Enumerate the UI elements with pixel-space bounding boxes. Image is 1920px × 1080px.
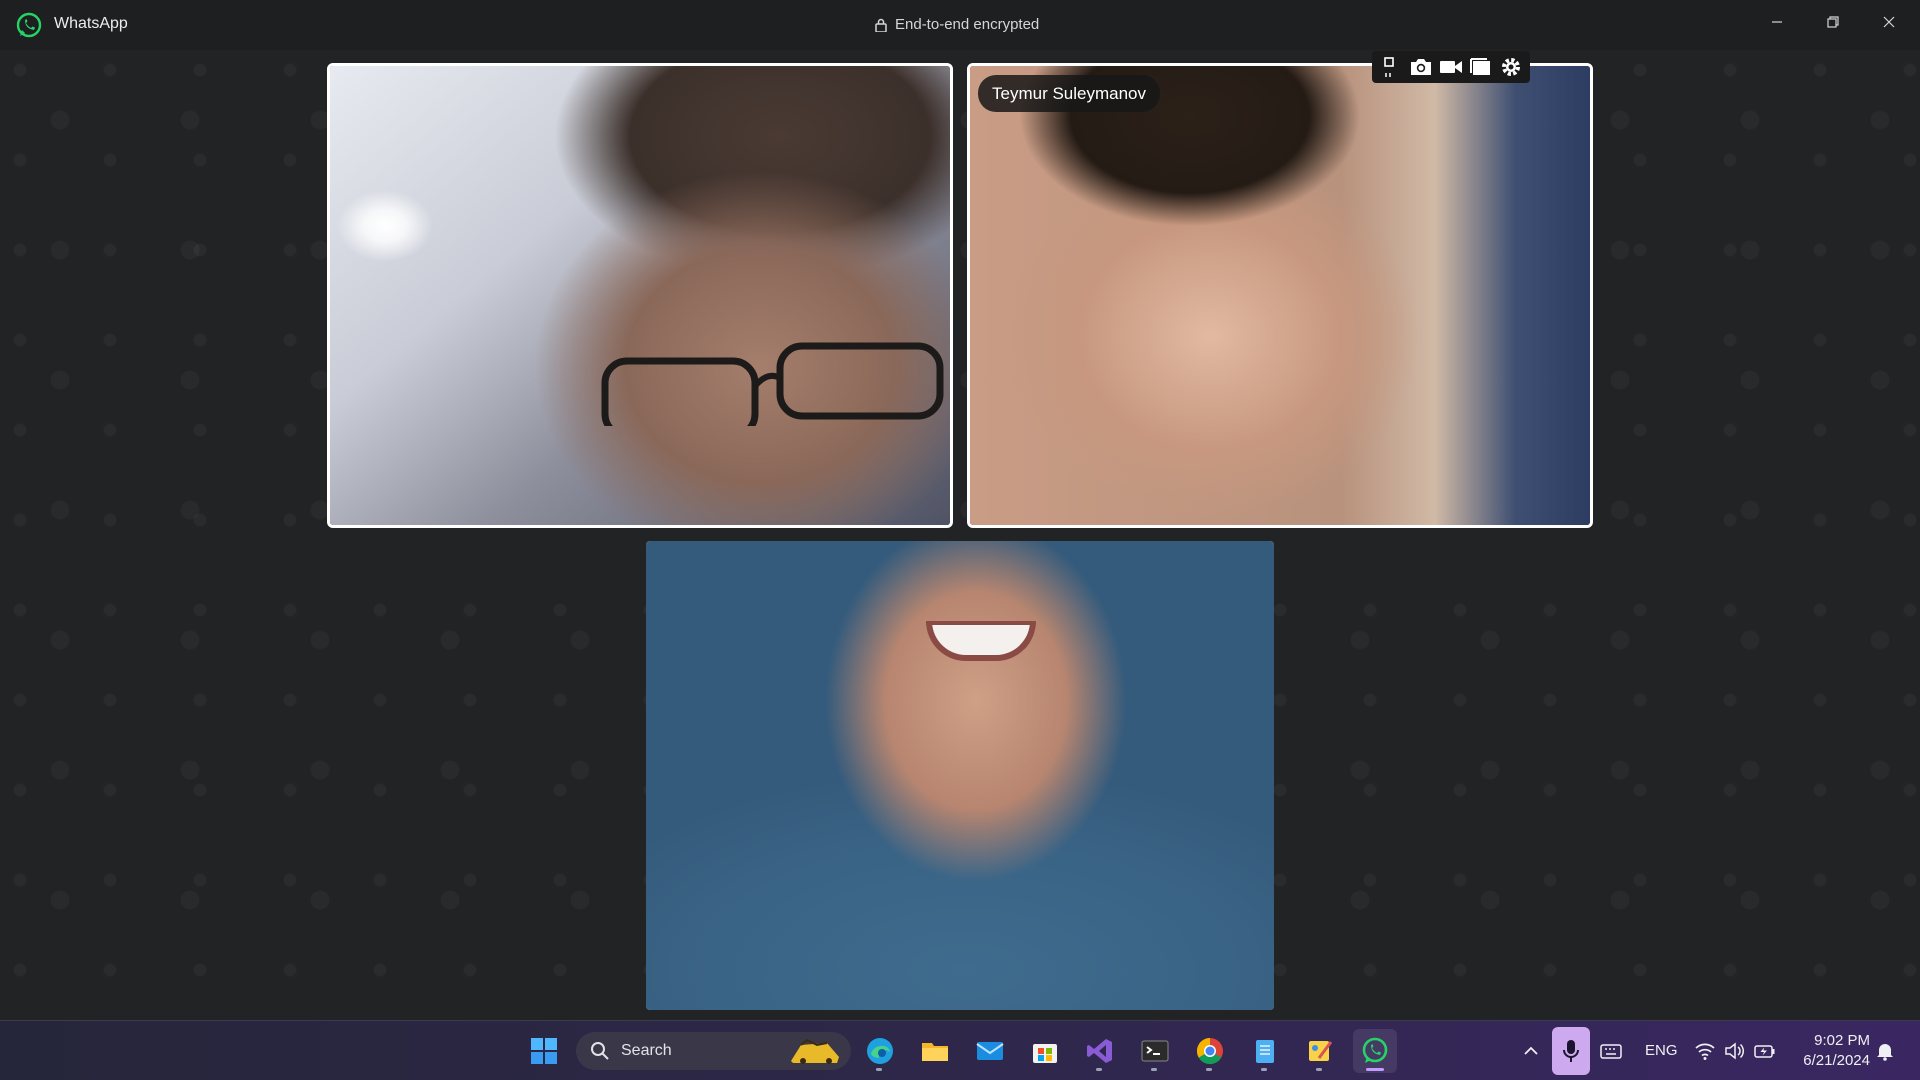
language-indicator[interactable]: ENG (1645, 1042, 1678, 1059)
chrome-icon (1196, 1037, 1223, 1065)
app-title: WhatsApp (54, 15, 128, 32)
start-button[interactable] (522, 1029, 566, 1073)
participant-tile-1[interactable] (327, 63, 953, 528)
network-button[interactable] (1694, 1040, 1716, 1062)
restore-button[interactable] (1810, 6, 1856, 38)
participant-name-label: Teymur Suleymanov (978, 75, 1161, 112)
taskbar-app-file-explorer[interactable] (913, 1029, 957, 1073)
taskbar-search[interactable]: Search (576, 1032, 851, 1070)
running-indicator (1366, 1068, 1384, 1071)
participant-video-detail (601, 342, 944, 426)
taskbar-app-edge[interactable] (858, 1029, 902, 1073)
taskbar-app-mail[interactable] (968, 1029, 1012, 1073)
speaker-icon (1725, 1042, 1745, 1060)
battery-charging-icon (1754, 1045, 1775, 1058)
running-indicator (1261, 1068, 1267, 1071)
search-highlight-icon (791, 1038, 839, 1064)
touch-keyboard-button[interactable] (1600, 1040, 1622, 1062)
participant-video-2 (970, 66, 1590, 525)
microsoft-store-icon (1033, 1044, 1057, 1063)
taskbar-app-visual-studio[interactable] (1078, 1029, 1122, 1073)
encryption-status: End-to-end encrypted (875, 16, 1039, 33)
title-bar: WhatsApp End-to-end encrypted (0, 0, 1920, 50)
running-indicator (1206, 1068, 1212, 1071)
pin-button[interactable] (1379, 56, 1403, 78)
running-indicator (1096, 1068, 1102, 1071)
system-clock[interactable]: 9:02 PM 6/21/2024 (1790, 1031, 1870, 1071)
gear-icon (1502, 58, 1520, 76)
participant-video-1 (330, 66, 950, 525)
pin-icon (1384, 57, 1394, 77)
microphone-in-use-button[interactable] (1552, 1027, 1590, 1075)
video-icon (1440, 61, 1462, 73)
participant-tile-3[interactable] (646, 541, 1274, 1010)
camera-toolbar (1372, 51, 1530, 83)
show-hidden-icons-button[interactable] (1520, 1040, 1542, 1062)
whatsapp-logo-icon (16, 12, 42, 38)
minimize-icon (1772, 21, 1782, 23)
bell-icon (1877, 1044, 1893, 1061)
volume-button[interactable] (1724, 1040, 1746, 1062)
snapshot-button[interactable] (1409, 56, 1433, 78)
file-explorer-icon (922, 1043, 948, 1061)
window-icon (1470, 58, 1490, 75)
restore-icon (1827, 16, 1839, 28)
keyboard-icon (1600, 1044, 1622, 1059)
taskbar-app-chrome[interactable] (1188, 1029, 1232, 1073)
edge-icon (867, 1038, 893, 1064)
close-button[interactable] (1866, 6, 1912, 38)
visual-studio-icon (1087, 1039, 1112, 1063)
participant-tile-2[interactable]: Teymur Suleymanov (967, 63, 1593, 528)
search-label: Search (621, 1042, 672, 1059)
running-indicator (1151, 1068, 1157, 1071)
terminal-icon (1141, 1040, 1169, 1062)
taskbar-app-paint[interactable] (1298, 1029, 1342, 1073)
search-icon (591, 1042, 609, 1060)
participant-video-3 (646, 541, 1274, 1010)
taskbar-app-store[interactable] (1023, 1029, 1067, 1073)
settings-button[interactable] (1499, 56, 1523, 78)
notepad-icon (1256, 1040, 1274, 1063)
paint-icon (1309, 1041, 1333, 1061)
clock-time: 9:02 PM (1814, 1032, 1870, 1049)
taskbar-app-notepad[interactable] (1243, 1029, 1287, 1073)
taskbar: Search ENG 9:02 PM 6/21/2024 (0, 1020, 1920, 1080)
taskbar-app-whatsapp[interactable] (1353, 1029, 1397, 1073)
video-button[interactable] (1439, 56, 1463, 78)
running-indicator (1316, 1068, 1322, 1071)
wifi-icon (1695, 1043, 1715, 1060)
encryption-label: End-to-end encrypted (895, 16, 1040, 33)
windows-start-icon (531, 1038, 557, 1064)
camera-icon (1411, 59, 1431, 75)
notifications-button[interactable] (1874, 1040, 1896, 1062)
taskbar-app-terminal[interactable] (1133, 1029, 1177, 1073)
mail-icon (976, 1042, 1004, 1060)
whatsapp-icon (1362, 1037, 1388, 1063)
clock-date: 6/21/2024 (1803, 1052, 1870, 1069)
lock-icon (875, 18, 887, 32)
microphone-icon (1563, 1040, 1579, 1062)
minimize-button[interactable] (1754, 6, 1800, 38)
battery-button[interactable] (1754, 1040, 1776, 1062)
chevron-up-icon (1524, 1046, 1538, 1055)
running-indicator (876, 1068, 882, 1071)
close-icon (1883, 16, 1895, 28)
window-button[interactable] (1469, 56, 1493, 78)
